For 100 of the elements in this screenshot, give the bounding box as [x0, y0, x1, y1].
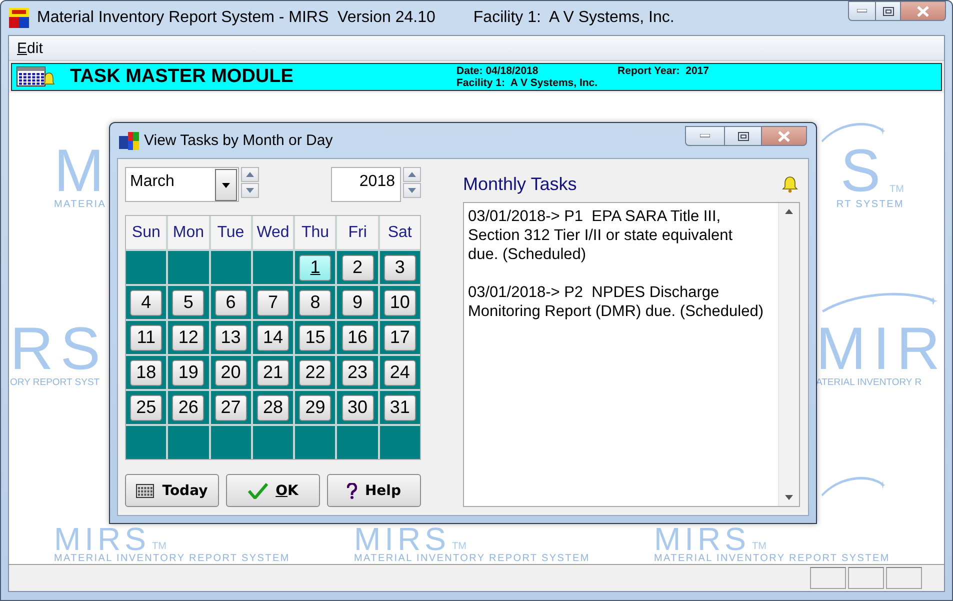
- question-mark-icon: [346, 482, 357, 498]
- day-cell: [126, 426, 166, 459]
- day-button[interactable]: 13: [214, 324, 247, 350]
- month-dropdown[interactable]: March: [125, 167, 239, 202]
- weekday-header: Wed: [252, 216, 294, 249]
- day-button[interactable]: 27: [214, 394, 247, 420]
- logo-tagline: ORY REPORT SYST: [10, 377, 100, 388]
- day-button[interactable]: 4: [130, 290, 162, 316]
- year-field[interactable]: 2018: [331, 167, 401, 202]
- maximize-icon: [738, 132, 748, 140]
- minimize-icon: [700, 134, 710, 138]
- caret-icon: [222, 182, 230, 188]
- spin-up-button[interactable]: [403, 167, 421, 182]
- day-button[interactable]: 26: [172, 394, 204, 420]
- day-button[interactable]: 9: [342, 290, 374, 316]
- logo-mark: RS: [10, 325, 108, 373]
- dialog-button[interactable]: OK: [226, 474, 320, 507]
- day-cell: [126, 251, 166, 284]
- logo-tagline: MATERIA: [54, 199, 106, 210]
- day-button[interactable]: 18: [130, 360, 162, 386]
- module-title: TASK MASTER MODULE: [70, 66, 294, 88]
- up-arrow-icon: [408, 172, 416, 177]
- weekday-header: Tue: [210, 216, 251, 249]
- day-button[interactable]: 30: [342, 394, 374, 420]
- weekday-header: Sat: [380, 216, 420, 249]
- spin-up-button[interactable]: [241, 167, 259, 182]
- dropdown-button[interactable]: [215, 169, 237, 201]
- spin-down-button[interactable]: [403, 183, 421, 198]
- task-entry: 03/01/2018-> P1 EPA SARA Title III, Section 312 Tier I/II or state equivalent due. (Scheduled): [468, 207, 734, 264]
- maximize-button[interactable]: [875, 1, 901, 21]
- day-button[interactable]: 1: [299, 254, 332, 280]
- day-button[interactable]: 22: [299, 360, 332, 386]
- weekday-header: Sun: [126, 216, 166, 249]
- day-button[interactable]: 14: [256, 324, 289, 350]
- calendar-app-icon: [119, 132, 139, 150]
- logo-mark: S: [840, 147, 888, 195]
- minimize-icon: [857, 9, 867, 13]
- day-button[interactable]: 3: [384, 254, 416, 280]
- day-button[interactable]: 24: [384, 360, 416, 386]
- trademark-label: TM: [752, 542, 766, 552]
- minimize-button[interactable]: [685, 126, 725, 146]
- day-button[interactable]: 7: [256, 290, 289, 316]
- dialog-title: View Tasks by Month or Day: [144, 132, 333, 149]
- day-button[interactable]: 16: [342, 324, 374, 350]
- day-button[interactable]: 12: [172, 324, 204, 350]
- day-cell: [380, 426, 420, 459]
- trademark-label: TM: [152, 542, 166, 552]
- task-entry: 03/01/2018-> P2 NPDES Discharge Monitoring Report (DMR) due. (Scheduled): [468, 283, 764, 321]
- status-panel: [810, 567, 846, 589]
- day-button[interactable]: 8: [299, 290, 332, 316]
- logo-mark: M: [54, 147, 111, 195]
- day-button[interactable]: 31: [384, 394, 416, 420]
- day-button[interactable]: 11: [130, 324, 162, 350]
- logo-tagline: MATERIAL INVENTORY REPORT SYSTEM: [654, 553, 890, 564]
- close-button[interactable]: [900, 1, 946, 21]
- maximize-button[interactable]: [724, 126, 762, 146]
- day-cell: [337, 426, 378, 459]
- trademark-label: TM: [452, 542, 466, 552]
- maximize-icon: [882, 6, 894, 16]
- weekday-header: Thu: [295, 216, 336, 249]
- day-cell: [252, 426, 294, 459]
- day-button[interactable]: 15: [299, 324, 332, 350]
- window-title: Material Inventory Report System - MIRS Version 24.10: [37, 9, 436, 27]
- close-icon: [917, 6, 929, 16]
- day-button[interactable]: 25: [130, 394, 162, 420]
- close-button[interactable]: [761, 126, 807, 146]
- spin-down-button[interactable]: [241, 183, 259, 198]
- day-button[interactable]: 19: [172, 360, 204, 386]
- status-panel: [848, 567, 884, 589]
- logo-tagline: MATERIAL INVENTORY REPORT SYSTEM: [354, 553, 590, 564]
- day-button[interactable]: 17: [384, 324, 416, 350]
- day-button[interactable]: 23: [342, 360, 374, 386]
- dialog-button[interactable]: Today: [125, 474, 219, 507]
- weekday-header: Mon: [168, 216, 209, 249]
- day-cell: [168, 426, 209, 459]
- checkmark-icon: [248, 482, 268, 498]
- day-button[interactable]: 6: [214, 290, 247, 316]
- day-button[interactable]: 5: [172, 290, 204, 316]
- report-year-label: Report Year: 2017: [618, 65, 709, 77]
- day-button[interactable]: 2: [342, 254, 374, 280]
- panel-title: Monthly Tasks: [463, 174, 577, 195]
- down-arrow-icon: [785, 495, 793, 500]
- minimize-button[interactable]: [848, 1, 876, 21]
- dialog-button[interactable]: Help: [327, 474, 421, 507]
- day-button[interactable]: 21: [256, 360, 289, 386]
- day-button[interactable]: 10: [384, 290, 416, 316]
- scrollbar[interactable]: [778, 203, 799, 506]
- bell-icon: [782, 176, 798, 194]
- menu-item[interactable]: Edit: [9, 38, 51, 58]
- facility-title: Facility 1: A V Systems, Inc.: [473, 9, 674, 27]
- day-button[interactable]: 20: [214, 360, 247, 386]
- day-button[interactable]: 28: [256, 394, 289, 420]
- status-panel: [886, 567, 922, 589]
- app-logo-icon: [9, 8, 29, 28]
- logo-mark: MIR: [816, 325, 944, 373]
- calendar-icon: [136, 484, 154, 498]
- logo-tagline: RT SYSTEM: [836, 199, 904, 210]
- up-arrow-icon: [785, 209, 793, 214]
- logo-mark: MIRS: [654, 526, 750, 552]
- day-button[interactable]: 29: [299, 394, 332, 420]
